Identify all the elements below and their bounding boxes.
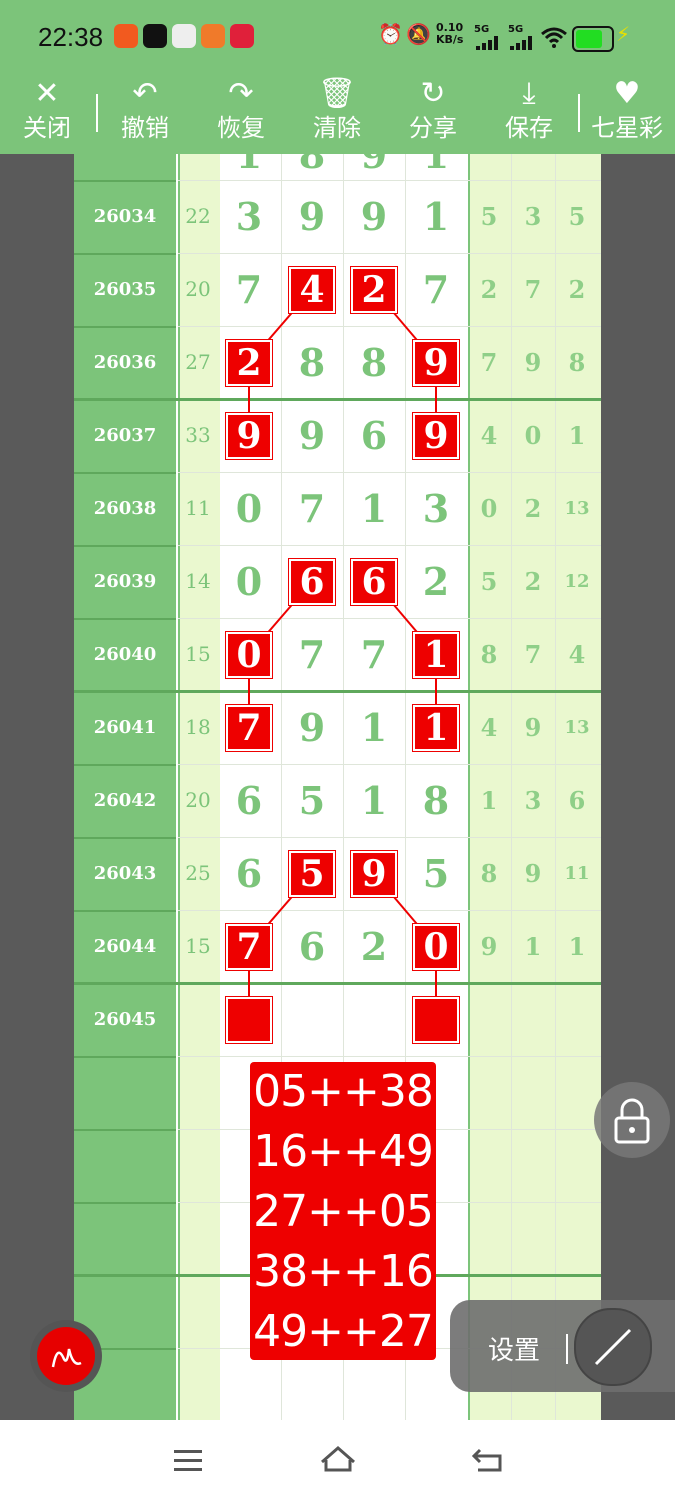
prediction-line: 27++05 bbox=[253, 1186, 434, 1237]
highlight-box: 7 bbox=[225, 922, 273, 971]
lottery-label: 七星彩 bbox=[591, 114, 663, 142]
mute-bell-icon: 🔕 bbox=[406, 22, 431, 46]
lock-icon bbox=[614, 1098, 650, 1144]
signature-button[interactable] bbox=[30, 1320, 102, 1392]
highlight-box: 0 bbox=[412, 922, 460, 971]
toolbar-divider-2 bbox=[578, 94, 580, 132]
wifi-icon bbox=[541, 27, 567, 48]
prediction-box: 05++38 16++49 27++05 38++16 49++27 bbox=[250, 1062, 436, 1360]
highlight-box: 9 bbox=[225, 411, 273, 460]
signal-5g-1: 5G bbox=[474, 24, 490, 35]
download-icon: ⤓ bbox=[522, 76, 536, 111]
shopping-app-icon bbox=[230, 24, 254, 48]
line-draw-icon bbox=[594, 1328, 632, 1366]
alarm-icon: ⏰ bbox=[378, 22, 403, 46]
prediction-line: 49++27 bbox=[253, 1306, 434, 1357]
avatar-app-icon bbox=[172, 24, 196, 48]
share-button[interactable]: ↻ 分享 bbox=[404, 72, 462, 154]
highlight-box: 5 bbox=[288, 849, 336, 898]
highlight-box: 2 bbox=[225, 338, 273, 387]
highlight-box: 0 bbox=[225, 630, 273, 679]
highlight-box: 6 bbox=[350, 557, 398, 606]
close-label: 关闭 bbox=[23, 114, 71, 142]
close-button[interactable]: ✕ 关闭 bbox=[18, 72, 76, 154]
video-app-icon bbox=[201, 24, 225, 48]
prediction-line: 05++38 bbox=[253, 1066, 434, 1117]
undo-icon: ↶ bbox=[132, 76, 158, 111]
network-speed: 0.10 KB/s bbox=[436, 21, 464, 46]
highlight-box: 2 bbox=[350, 265, 398, 314]
highlight-box: 9 bbox=[412, 338, 460, 387]
save-button[interactable]: ⤓ 保存 bbox=[500, 72, 558, 154]
system-nav-bar bbox=[0, 1420, 675, 1500]
redo-icon: ↷ bbox=[228, 76, 254, 111]
clear-button[interactable]: 🗑 清除 bbox=[308, 72, 366, 154]
highlight-box: 6 bbox=[288, 557, 336, 606]
redo-button[interactable]: ↷ 恢复 bbox=[212, 72, 270, 154]
close-icon: ✕ bbox=[34, 76, 60, 111]
pen-tool-button[interactable] bbox=[574, 1308, 652, 1386]
home-icon[interactable] bbox=[318, 1444, 358, 1474]
undo-label: 撤销 bbox=[121, 114, 169, 142]
save-label: 保存 bbox=[505, 114, 553, 142]
highlight-box bbox=[412, 995, 460, 1044]
signal-bars-icon bbox=[476, 36, 498, 50]
charging-icon: ⚡ bbox=[616, 22, 631, 46]
highlight-box: 4 bbox=[288, 265, 336, 314]
highlight-box: 1 bbox=[412, 630, 460, 679]
highlight-box: 9 bbox=[350, 849, 398, 898]
heart-icon: ♥ bbox=[613, 76, 641, 111]
lock-button[interactable] bbox=[594, 1082, 670, 1158]
signature-icon bbox=[37, 1327, 95, 1385]
share-label: 分享 bbox=[409, 114, 457, 142]
settings-panel: 设置 bbox=[450, 1300, 675, 1392]
trash-icon: 🗑 bbox=[317, 76, 357, 111]
menu-icon[interactable] bbox=[172, 1448, 204, 1474]
signal-5g-2: 5G bbox=[508, 24, 524, 35]
highlight-box: 7 bbox=[225, 703, 273, 752]
prediction-line: 38++16 bbox=[253, 1246, 434, 1297]
status-bar: 22:38 ⏰ 🔕 0.10 KB/s 5G 5G ⚡ bbox=[0, 0, 675, 72]
clock: 22:38 bbox=[38, 22, 104, 52]
tiktok-icon bbox=[143, 24, 167, 48]
battery-icon bbox=[572, 26, 614, 52]
clear-label: 清除 bbox=[313, 114, 361, 142]
prediction-line: 16++49 bbox=[253, 1126, 434, 1177]
signal-bars-2-icon bbox=[510, 36, 532, 50]
toolbar: ✕ 关闭 ↶ 撤销 ↷ 恢复 🗑 清除 ↻ 分享 ⤓ 保存 ♥ 七星彩 bbox=[0, 72, 675, 154]
settings-button[interactable]: 设置 bbox=[488, 1330, 540, 1367]
redo-label: 恢复 bbox=[217, 114, 265, 142]
highlight-box bbox=[225, 995, 273, 1044]
back-icon[interactable] bbox=[470, 1446, 506, 1474]
highlight-box: 1 bbox=[412, 703, 460, 752]
undo-button[interactable]: ↶ 撤销 bbox=[116, 72, 174, 154]
app-notification-icon bbox=[114, 24, 138, 48]
lottery-select-button[interactable]: ♥ 七星彩 bbox=[588, 72, 666, 154]
highlight-box: 9 bbox=[412, 411, 460, 460]
settings-divider bbox=[566, 1334, 568, 1364]
share-icon: ↻ bbox=[420, 76, 446, 111]
toolbar-divider bbox=[96, 94, 98, 132]
